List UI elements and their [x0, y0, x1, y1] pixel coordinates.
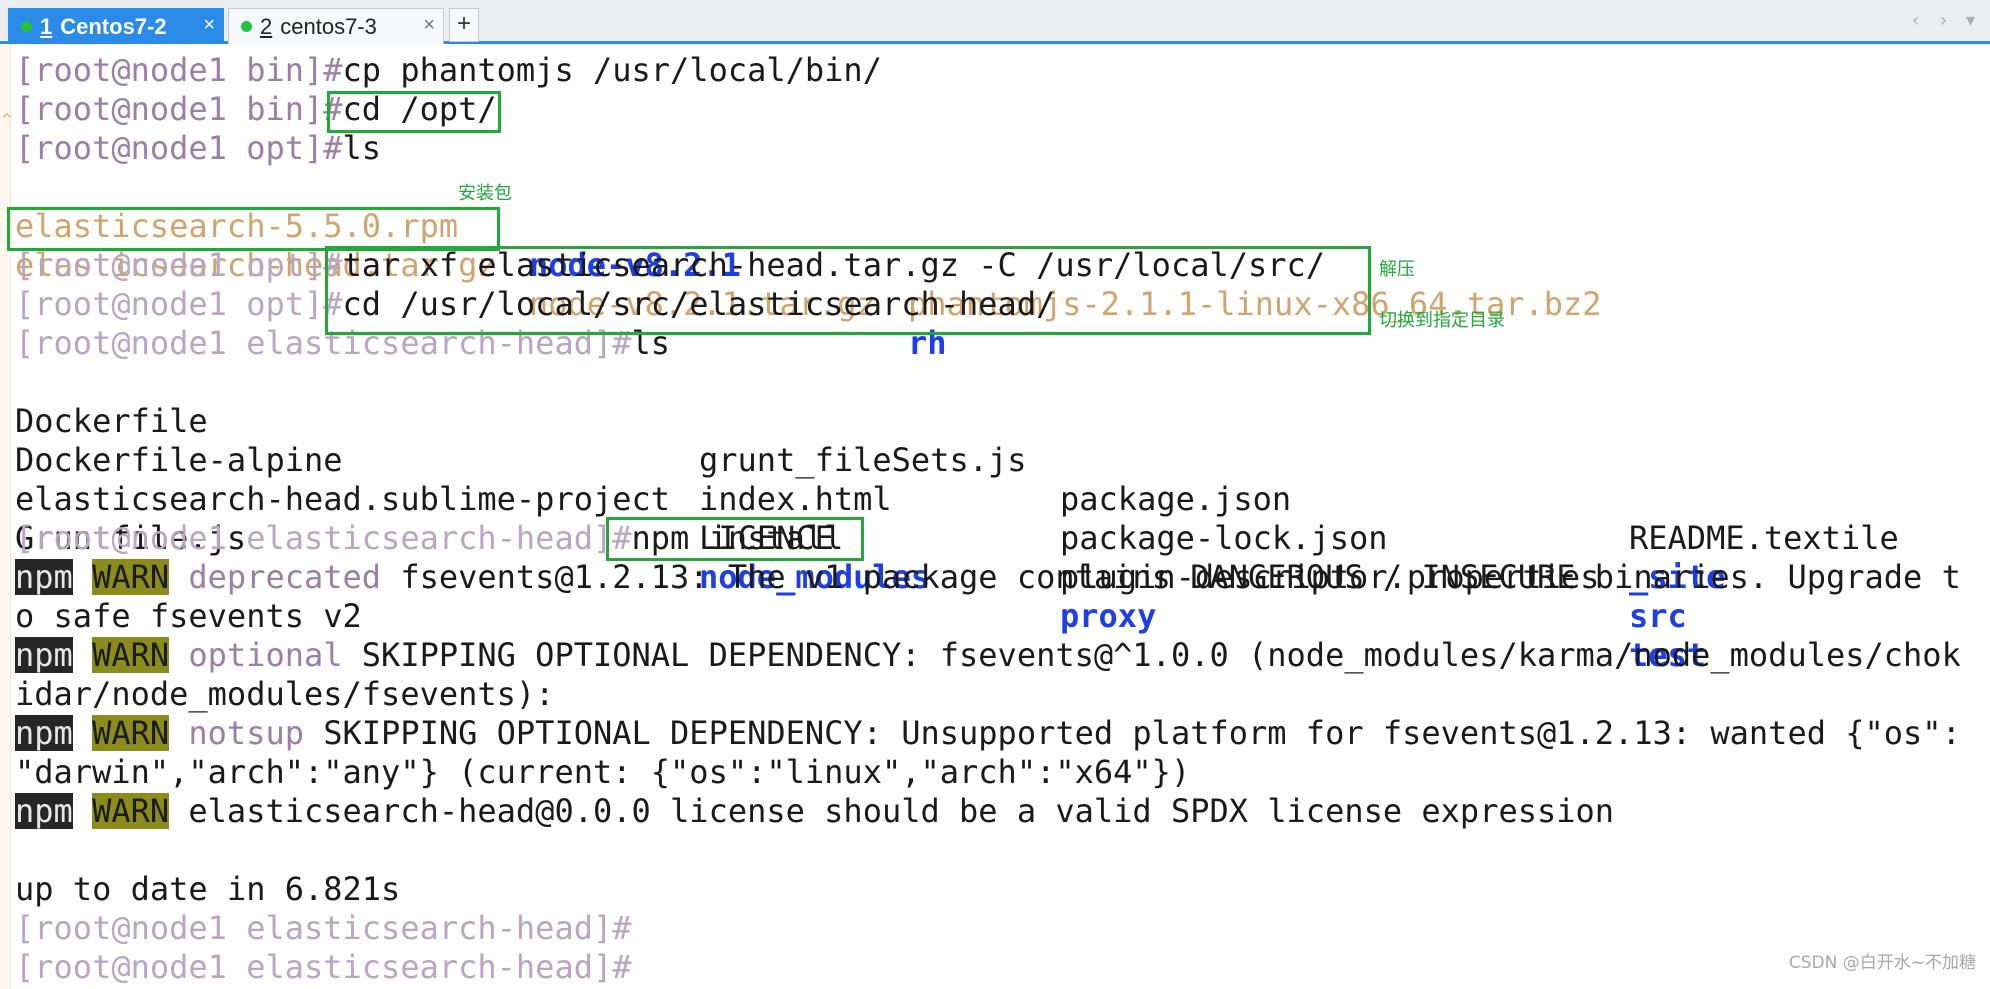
- directory-entry: proxy: [1060, 597, 1157, 635]
- highlight-box-cd-opt: [327, 91, 501, 133]
- highlight-box-npm-install: [606, 517, 864, 561]
- result-line: up to date in 6.821s: [15, 870, 401, 908]
- terminal-gutter: ^: [0, 44, 13, 989]
- tab-label: centos7-3: [280, 13, 377, 39]
- shell-prompt: [root@node1 opt]#: [15, 129, 343, 167]
- shell-prompt: [root@node1 elasticsearch-head]#: [15, 519, 632, 557]
- caret-icon: ^: [1, 112, 13, 128]
- close-icon[interactable]: ×: [423, 14, 435, 37]
- terminal-line: [root@node1 elasticsearch-head]#: [15, 909, 632, 948]
- npm-warning-line: o safe fsevents v2: [15, 597, 362, 636]
- ls-output-row: Gruntfile.js node_modules proxy test: [15, 480, 1975, 674]
- terminal-line: [root@node1 bin]#cp phantomjs /usr/local…: [15, 51, 882, 90]
- tab-menu-icon[interactable]: ▾: [1966, 10, 1975, 31]
- warn-tag: WARN: [92, 636, 170, 674]
- warning-text: "darwin","arch":"any"} (current: {"os":"…: [15, 753, 1191, 791]
- warning-text: SKIPPING OPTIONAL DEPENDENCY: Unsupporte…: [303, 714, 1961, 752]
- npm-tag: npm: [15, 558, 73, 596]
- shell-prompt: [root@node1 bin]#: [15, 51, 343, 89]
- watermark: CSDN @白开水~不加糖: [1788, 953, 1976, 973]
- terminal-line: [root@node1 opt]#ls: [15, 129, 381, 168]
- tab-centos7-3[interactable]: 2 centos7-3 ×: [228, 8, 444, 44]
- warning-kind: optional: [188, 636, 343, 674]
- ls-output-row: elasticsearch-5.5.0.rpm node-v8.2.1 phan…: [15, 168, 1975, 323]
- shell-prompt: [root@node1 elasticsearch-head]#: [15, 948, 632, 986]
- annotation-switch-dir: 切换到指定目录: [1379, 310, 1505, 331]
- shell-prompt: [root@node1 elasticsearch-head]#: [15, 909, 632, 947]
- shell-prompt: [root@node1 bin]#: [15, 90, 343, 128]
- npm-tag: npm: [15, 792, 73, 830]
- tab-bar: 1 Centos7-2 × 2 centos7-3 × + ‹ › ▾: [0, 0, 1990, 44]
- warning-kind: notsup: [188, 714, 304, 752]
- close-icon[interactable]: ×: [203, 14, 215, 37]
- directory-entry: src: [1629, 597, 1687, 635]
- tab-number: 1: [40, 13, 53, 39]
- new-tab-button[interactable]: +: [449, 8, 479, 42]
- warning-text: elasticsearch-head@0.0.0 license should …: [169, 792, 1615, 830]
- npm-warning-line: npm WARN elasticsearch-head@0.0.0 licens…: [15, 792, 1614, 831]
- ls-output-row: elasticsearch-head.sublime-project LICEN…: [15, 441, 1975, 635]
- file-entry: package-lock.json: [1060, 519, 1388, 557]
- shell-prompt: [root@node1 opt]#: [15, 246, 343, 284]
- terminal-line: [root@node1 elasticsearch-head]#: [15, 948, 632, 987]
- tab-centos7-2[interactable]: 1 Centos7-2 ×: [8, 8, 224, 44]
- warning-text: fsevents@1.2.13: The v1 package contains…: [381, 558, 1961, 596]
- npm-warning-line: npm WARN deprecated fsevents@1.2.13: The…: [15, 558, 1961, 597]
- tab-number: 2: [260, 13, 273, 39]
- warning-text: SKIPPING OPTIONAL DEPENDENCY: fsevents@^…: [342, 636, 1961, 674]
- warning-text: idar/node_modules/fsevents):: [15, 675, 555, 713]
- warn-tag: WARN: [92, 714, 170, 752]
- file-entry: README.textile: [1629, 519, 1899, 557]
- npm-tag: npm: [15, 636, 73, 674]
- npm-warning-line: idar/node_modules/fsevents):: [15, 675, 554, 714]
- warning-kind: deprecated: [188, 558, 382, 596]
- ls-output-row: Dockerfile grunt_fileSets.js package.jso…: [15, 363, 1975, 557]
- scroll-right-icon[interactable]: ›: [1940, 10, 1947, 31]
- npm-warning-line: npm WARN notsup SKIPPING OPTIONAL DEPEND…: [15, 714, 1961, 753]
- ls-output-row: Dockerfile-alpine index.html package-loc…: [15, 402, 1975, 596]
- npm-warning-line: "darwin","arch":"any"} (current: {"os":"…: [15, 753, 1190, 792]
- command-text: cp phantomjs /usr/local/bin/: [342, 51, 882, 89]
- annotation-extract: 解压: [1379, 259, 1415, 280]
- highlight-box-extract-cd: [325, 246, 1371, 335]
- scroll-left-icon[interactable]: ‹: [1912, 10, 1919, 31]
- warn-tag: WARN: [92, 558, 170, 596]
- highlight-box-head-tarball: [7, 207, 500, 251]
- tab-label: Centos7-2: [60, 13, 167, 39]
- command-text: ls: [342, 129, 382, 167]
- npm-warning-line: npm WARN optional SKIPPING OPTIONAL DEPE…: [15, 636, 1961, 675]
- npm-tag: npm: [15, 714, 73, 752]
- shell-prompt: [root@node1 opt]#: [15, 285, 343, 323]
- warning-text: o safe fsevents v2: [15, 597, 362, 635]
- warn-tag: WARN: [92, 792, 170, 830]
- status-dot-icon: [21, 21, 32, 32]
- status-dot-icon: [241, 21, 252, 32]
- annotation-install-package: 安装包: [458, 183, 512, 204]
